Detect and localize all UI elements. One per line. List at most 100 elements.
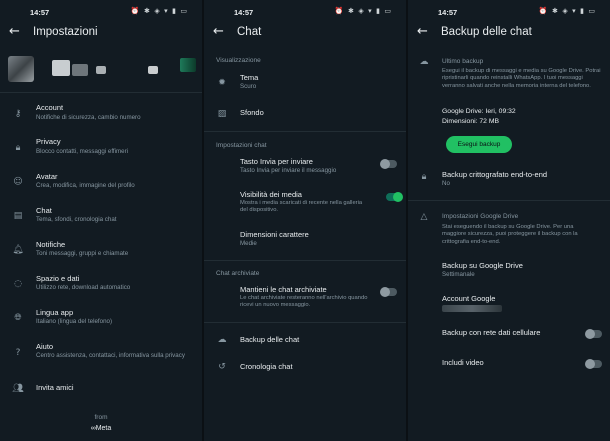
item-title: Lingua app xyxy=(36,308,74,317)
divider xyxy=(408,200,610,201)
status-icons: ⏰ ✱ ◈ ▾ ▮ ▭ xyxy=(130,7,188,15)
cloud-upload-icon: ☁ xyxy=(217,335,227,345)
history-icon: ↺ xyxy=(218,362,226,372)
item-subtitle: Medie xyxy=(240,240,257,247)
help-icon: ? xyxy=(15,348,21,358)
status-icons: ⏰ ✱ ◈ ▾ ▮ ▭ xyxy=(538,7,596,15)
item-subtitle: Tasto Invia per inviare il messaggio xyxy=(240,167,337,174)
from-label: from xyxy=(94,414,108,421)
backup-app-bar: ← Backup delle chat xyxy=(408,22,610,46)
section-last-backup: Ultimo backup xyxy=(442,58,484,65)
item-subtitle: No xyxy=(442,180,450,187)
item-title: Chat xyxy=(36,206,52,215)
item-title: Privacy xyxy=(36,137,61,146)
item-subtitle: Utilizzo rete, download automatico xyxy=(36,284,131,291)
item-title: Notifiche xyxy=(36,240,66,249)
media-visibility-toggle[interactable] xyxy=(386,192,403,202)
wallpaper-icon: ▨ xyxy=(217,109,227,119)
profile-name-blurred-3 xyxy=(96,66,106,74)
status-time: 14:57 xyxy=(234,8,254,17)
backup-description: Esegui il backup di messaggi e media su … xyxy=(442,68,601,89)
page-title: Chat xyxy=(237,26,262,38)
page-title: Impostazioni xyxy=(33,26,98,38)
item-subtitle: Tema, sfondi, cronologia chat xyxy=(36,216,117,223)
item-title: Tasto Invia per inviare xyxy=(240,157,313,166)
drive-description: Stai eseguendo il backup su Google Drive… xyxy=(442,224,578,245)
page-title: Backup delle chat xyxy=(441,26,532,38)
item-title: Backup con rete dati cellulare xyxy=(442,328,541,337)
item-title: Sfondo xyxy=(240,108,264,117)
include-videos-toggle[interactable] xyxy=(585,359,602,369)
item-subtitle: Centro assistenza, contattaci, informati… xyxy=(36,352,185,359)
back-arrow-icon[interactable]: ← xyxy=(9,24,20,39)
item-title: Includi video xyxy=(442,358,484,367)
lock-icon: 🔒︎ xyxy=(421,172,427,182)
section-chat-settings: Impostazioni chat xyxy=(216,142,267,149)
item-title: Tema xyxy=(240,73,259,82)
chat-icon: ▤ xyxy=(13,211,23,221)
data-icon: ◌ xyxy=(14,279,22,289)
divider xyxy=(204,260,406,261)
status-bar: 14:57 ⏰ ✱ ◈ ▾ ▮ ▭ xyxy=(204,0,406,22)
profile-row[interactable] xyxy=(0,52,202,88)
item-title: Avatar xyxy=(36,172,58,181)
profile-name-blurred xyxy=(52,60,70,76)
backup-screen: 14:57 ⏰ ✱ ◈ ▾ ▮ ▭ ← Backup delle chat ☁ … xyxy=(408,0,610,441)
keep-archived-toggle[interactable] xyxy=(380,287,397,297)
profile-name-blurred-4 xyxy=(148,66,158,74)
status-bar: 14:57 ⏰ ✱ ◈ ▾ ▮ ▭ xyxy=(408,0,610,22)
item-subtitle: Blocco contatti, messaggi effimeri xyxy=(36,148,129,155)
item-subtitle: Mostra i media scaricati di recente nell… xyxy=(240,200,363,214)
enter-send-toggle[interactable] xyxy=(380,159,397,169)
avatar xyxy=(8,56,34,82)
account-email-blurred xyxy=(442,305,502,312)
settings-app-bar: ← Impostazioni xyxy=(0,22,202,46)
lock-icon: 🔒︎ xyxy=(15,143,21,153)
divider xyxy=(0,92,202,93)
item-subtitle: Settimanale xyxy=(442,271,475,278)
item-title: Account xyxy=(36,103,64,112)
item-title: Account Google xyxy=(442,294,496,303)
meta-logo: ∞Meta xyxy=(90,425,112,432)
item-title: Dimensioni carattere xyxy=(240,230,309,239)
item-title: Aiuto xyxy=(36,342,54,351)
item-title: Cronologia chat xyxy=(240,362,293,371)
section-display: Visualizzazione xyxy=(216,57,261,64)
item-title: Visibilità dei media xyxy=(240,190,302,199)
key-icon: ⚷ xyxy=(14,109,22,119)
item-subtitle: Scuro xyxy=(240,83,257,90)
item-title: Backup crittografato end-to-end xyxy=(442,170,548,179)
bell-icon: 🔔︎ xyxy=(12,245,24,255)
status-bar: 14:57 ⏰ ✱ ◈ ▾ ▮ ▭ xyxy=(0,0,202,22)
item-subtitle: Italiano (lingua del telefono) xyxy=(36,318,113,325)
globe-icon: 🌐︎ xyxy=(14,313,22,323)
item-title: Invita amici xyxy=(36,383,74,392)
item-title: Spazio e dati xyxy=(36,274,80,283)
status-time: 14:57 xyxy=(30,8,50,17)
item-title: Mantieni le chat archiviate xyxy=(240,285,327,294)
people-icon: 👥︎ xyxy=(12,384,24,394)
item-subtitle: Crea, modifica, immagine del profilo xyxy=(36,182,135,189)
google-drive-icon: △ xyxy=(420,212,428,222)
status-time: 14:57 xyxy=(438,8,458,17)
backup-drive-line: Google Drive: Ieri, 09:32 xyxy=(442,108,516,115)
cloud-upload-icon: ☁ xyxy=(419,57,429,67)
chat-app-bar: ← Chat xyxy=(204,22,406,46)
divider xyxy=(204,131,406,132)
cellular-backup-toggle[interactable] xyxy=(585,329,602,339)
chat-screen: 14:57 ⏰ ✱ ◈ ▾ ▮ ▭ ← Chat Visualizzazione… xyxy=(204,0,406,441)
item-subtitle: Toni messaggi, gruppi e chiamate xyxy=(36,250,129,257)
backup-size-line: Dimensioni: 72 MB xyxy=(442,118,500,125)
item-title: Backup su Google Drive xyxy=(442,261,523,270)
settings-screen: 14:57 ⏰ ✱ ◈ ▾ ▮ ▭ ← Impostazioni ⚷ Accou… xyxy=(0,0,202,441)
item-subtitle: Notifiche di sicurezza, cambio numero xyxy=(36,114,141,121)
item-title: Backup delle chat xyxy=(240,335,300,344)
run-backup-button[interactable]: Esegui backup xyxy=(446,136,512,153)
profile-name-blurred-2 xyxy=(72,64,88,76)
qr-code-blurred xyxy=(180,58,196,72)
avatar-icon: ☺ xyxy=(13,177,23,187)
section-google-drive: Impostazioni Google Drive xyxy=(442,213,519,220)
back-arrow-icon[interactable]: ← xyxy=(417,24,428,39)
theme-icon: ✹ xyxy=(218,78,226,88)
back-arrow-icon[interactable]: ← xyxy=(213,24,224,39)
